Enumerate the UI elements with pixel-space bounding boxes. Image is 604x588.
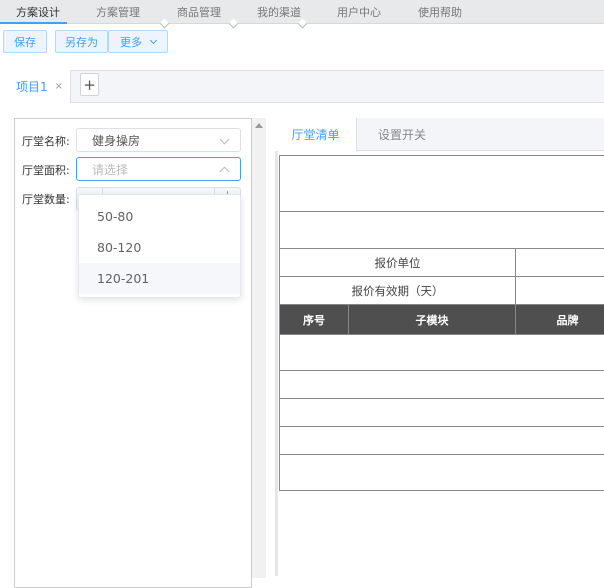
table-title-cell — [280, 156, 604, 212]
hall-name-select[interactable]: 健身操房 — [76, 128, 241, 152]
add-tab-button[interactable]: + — [80, 73, 99, 96]
table-row — [280, 455, 604, 491]
hall-area-select[interactable]: 请选择 — [76, 157, 241, 181]
area-option[interactable]: 80-120 — [79, 232, 240, 263]
nav-help[interactable]: 使用帮助 — [418, 4, 462, 20]
hall-area-label: 厅堂面积: — [22, 162, 70, 178]
nav-scheme-manage[interactable]: 方案管理 — [96, 4, 140, 20]
quote-validity-label: 报价有效期（天） — [280, 277, 516, 305]
quote-validity-value[interactable] — [516, 277, 604, 305]
nav-scheme-design[interactable]: 方案设计 — [16, 4, 60, 20]
area-option[interactable]: 50-80 — [79, 201, 240, 232]
more-button[interactable]: 更多 — [108, 30, 168, 53]
col-header-brand: 品牌 — [516, 305, 604, 335]
more-label: 更多 — [120, 34, 142, 50]
hall-name-value: 健身操房 — [92, 132, 140, 149]
nav-active-indicator — [0, 22, 67, 24]
table-row — [280, 335, 604, 371]
quote-unit-label: 报价单位 — [280, 249, 516, 277]
area-option[interactable]: 120-201 — [79, 263, 240, 294]
area-dropdown: 50-80 80-120 120-201 — [78, 194, 241, 298]
nav-user-center[interactable]: 用户中心 — [337, 4, 381, 20]
tab-label: 项目1 — [16, 78, 48, 95]
quote-table: 报价单位 报价有效期（天） 序号子模块品牌 — [279, 155, 604, 491]
chevron-up-icon — [220, 167, 230, 177]
chevron-down-icon — [220, 135, 230, 145]
col-header-submodule: 子模块 — [349, 305, 516, 335]
table-row — [280, 427, 604, 455]
tab-settings[interactable]: 设置开关 — [378, 126, 426, 143]
save-as-button[interactable]: 另存为 — [55, 30, 108, 53]
nav-my-channels[interactable]: 我的渠道 — [257, 4, 301, 20]
panel-divider — [275, 151, 278, 576]
tab-project-1[interactable]: 项目1 × — [0, 70, 71, 103]
hall-count-label: 厅堂数量: — [22, 191, 70, 207]
hall-name-label: 厅堂名称: — [22, 133, 70, 149]
close-icon[interactable]: × — [55, 81, 63, 92]
save-button[interactable]: 保存 — [3, 30, 47, 53]
hall-area-placeholder: 请选择 — [92, 161, 128, 178]
scroll-up-icon[interactable] — [255, 123, 263, 128]
table-info-cell — [280, 212, 604, 249]
nav-product-manage[interactable]: 商品管理 — [177, 4, 221, 20]
chevron-down-icon — [150, 36, 157, 43]
quote-unit-value[interactable] — [516, 249, 604, 277]
tab-hall-list[interactable]: 厅堂清单 — [275, 118, 357, 151]
scrollbar[interactable] — [252, 118, 266, 578]
table-row — [280, 399, 604, 427]
table-row — [280, 371, 604, 399]
col-header-index: 序号 — [280, 305, 349, 335]
